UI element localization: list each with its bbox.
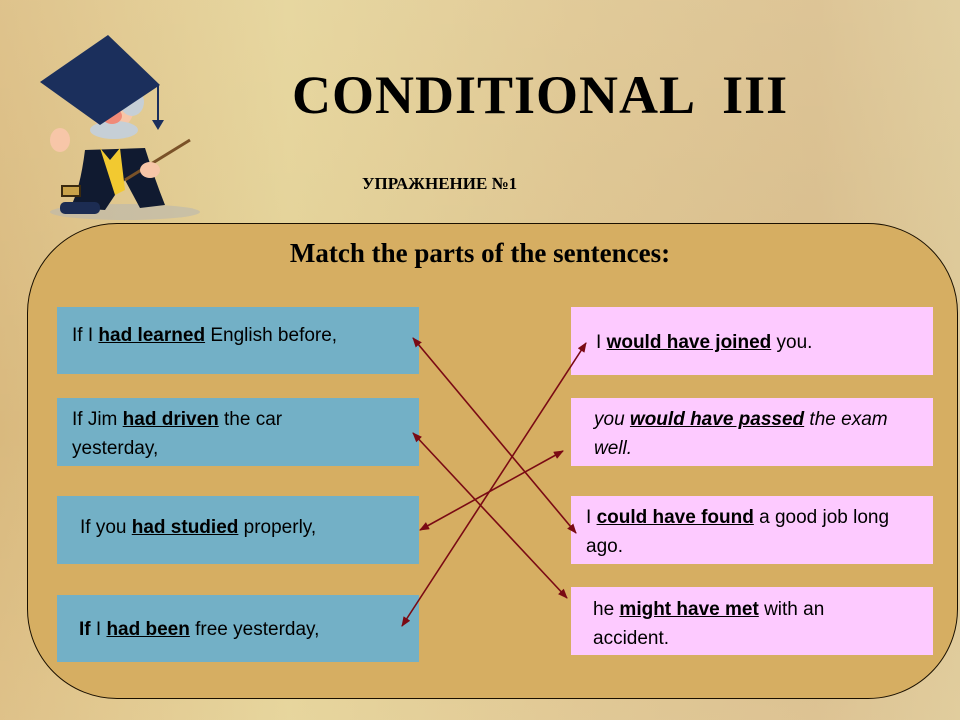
clause-text: you. xyxy=(771,332,813,353)
clause-text: he xyxy=(593,599,620,620)
clause-text: English before, xyxy=(205,325,338,346)
verb-phrase: had been xyxy=(106,619,190,640)
left-clause-3[interactable]: If you had studied properly, xyxy=(57,496,419,564)
verb-phrase: could have found xyxy=(596,507,754,528)
clause-text: I xyxy=(596,332,607,353)
verb-phrase: would have joined xyxy=(606,332,772,353)
professor-mascot-icon xyxy=(40,35,200,220)
clause-text: If xyxy=(79,619,91,640)
page-title: CONDITIONAL III xyxy=(292,65,789,125)
clause-text: you xyxy=(594,409,630,430)
right-clause-4[interactable]: he might have met with an accident. xyxy=(571,587,933,655)
verb-phrase: had studied xyxy=(131,517,239,538)
clause-text: properly, xyxy=(238,517,317,538)
clause-text: I xyxy=(586,507,597,528)
left-clause-1[interactable]: If I had learned English before, xyxy=(57,307,419,374)
instruction-heading: Match the parts of the sentences: xyxy=(289,238,671,268)
verb-phrase: might have met xyxy=(619,599,759,620)
clause-text: If Jim xyxy=(72,409,123,430)
right-clause-3[interactable]: I could have found a good job long ago. xyxy=(571,496,933,564)
left-clause-2[interactable]: If Jim had driven the car yesterday, xyxy=(57,398,419,466)
verb-phrase: had driven xyxy=(122,409,219,430)
verb-phrase: would have passed xyxy=(629,409,805,430)
verb-phrase: had learned xyxy=(98,325,206,346)
clause-text: If you xyxy=(80,517,132,538)
clause-text: If I xyxy=(72,325,99,346)
clause-text: free yesterday, xyxy=(189,619,320,640)
left-clause-4[interactable]: If I had been free yesterday, xyxy=(57,595,419,662)
right-clause-2[interactable]: you would have passed the exam well. xyxy=(571,398,933,466)
right-clause-1[interactable]: I would have joined you. xyxy=(571,307,933,375)
clause-text: I xyxy=(90,619,107,640)
exercise-label: УПРАЖНЕНИЕ №1 xyxy=(362,174,518,193)
